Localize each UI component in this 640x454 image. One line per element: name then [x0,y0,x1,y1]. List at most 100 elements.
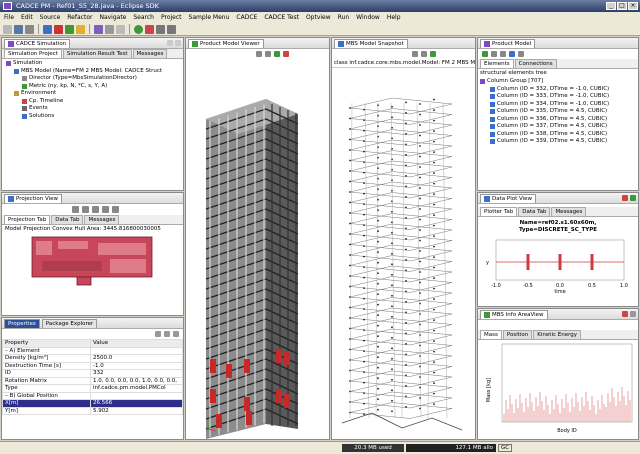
tree-item-column[interactable]: Column (ID = 339, DTime = 4.5, CUBIC) [480,138,636,146]
property-row[interactable]: – B) Global Position [2,391,183,400]
gc-button[interactable]: GC [498,444,512,452]
property-row[interactable]: Type inf.cadce.pm.model.PMCol [2,384,183,393]
property-row[interactable]: – A) Element [2,346,183,355]
menu-cadce-test[interactable]: CADCE Test [264,12,299,23]
external-tools-icon[interactable] [145,24,154,34]
refresh-icon[interactable] [112,206,119,213]
new-icon[interactable] [3,24,12,34]
zoom-in-icon[interactable] [412,51,418,57]
property-row[interactable]: Y[m] 5.902 [2,406,183,415]
render-icon[interactable] [283,51,289,57]
tree-item[interactable]: Metric (ny, kp, N, *C, s, Y, A) [4,83,181,91]
subtab[interactable]: Projection Tab [4,215,51,224]
property-row[interactable]: X[m] 26.566 [2,399,183,408]
menu-navigate[interactable]: Navigate [99,12,126,23]
export-plot-icon[interactable] [630,195,636,201]
maximize-view-icon[interactable] [175,40,181,46]
zoom-in-icon[interactable] [256,51,262,57]
tree-item-column[interactable]: Column (ID = 333, DTime = -1.0, CUBIC) [480,93,636,101]
tab-mbs-model-snapshot[interactable]: MBS Model Snapshot [334,38,408,48]
subtab[interactable]: Mass [480,330,502,339]
tree-item-column[interactable]: Column (ID = 338, DTime = 4.5, CUBIC) [480,131,636,139]
minimize-view-icon[interactable] [167,40,173,46]
subtab[interactable]: Kinetic Energy [533,330,581,339]
tab-product-model-viewer[interactable]: Product Model Viewer [188,38,264,48]
tab-package-explorer[interactable]: Package Explorer [41,318,98,328]
tree-item[interactable]: Solutions [4,113,181,121]
run-last-icon[interactable] [134,24,143,34]
menu-window[interactable]: Window [356,12,380,23]
tab-mbs-info[interactable]: MBS Info AreaView [480,309,548,319]
zoom-out-icon[interactable] [265,51,271,57]
tree-item-column[interactable]: Column (ID = 337, DTime = 4.5, CUBIC) [480,123,636,131]
import-icon[interactable] [491,51,497,57]
clear-plot-icon[interactable] [622,195,628,201]
menu-edit[interactable]: Edit [21,12,33,23]
zoom-out-icon[interactable] [421,51,427,57]
settings-icon[interactable] [518,51,524,57]
tree-item[interactable]: Director (Type=MbsSimulationDirector) [4,75,181,83]
subtab[interactable]: Messages [84,215,120,224]
refresh-icon[interactable] [482,51,488,57]
menu-source[interactable]: Source [40,12,61,23]
property-row[interactable]: ID 332 [2,369,183,378]
rotate-icon[interactable] [274,51,280,57]
export-icon[interactable] [500,51,506,57]
tab-properties[interactable]: Properties [4,318,40,328]
menu-refactor[interactable]: Refactor [67,12,92,23]
subtab[interactable]: Data Tab [518,207,551,216]
back-icon[interactable] [156,24,165,34]
zoom-out-icon[interactable] [82,206,89,213]
restore-default-icon[interactable] [173,331,179,337]
subtab[interactable]: Simulation Result Test [62,49,132,58]
tree-group[interactable]: Column Group [707] [480,78,636,86]
tree-item-column[interactable]: Column (ID = 334, DTime = -1.0, CUBIC) [480,101,636,109]
filter-icon[interactable] [164,331,170,337]
fit-icon[interactable] [102,206,109,213]
rotate-icon[interactable] [430,51,436,57]
perspective-icon[interactable] [94,24,103,34]
tab-cadce-simulation[interactable]: CADCE Simulation [4,38,71,48]
cadce-icon[interactable] [43,24,52,34]
stop-icon[interactable] [54,24,63,34]
tree-item-column[interactable]: Column (ID = 332, DTime = -1.0, CUBIC) [480,86,636,94]
tab-product-model[interactable]: Product Model [480,38,536,48]
tree-item-column[interactable]: Column (ID = 335, DTime = 4.5, CUBIC) [480,108,636,116]
tab-data-plot-view[interactable]: Data Plot View [480,193,537,203]
menu-sample-menu[interactable]: Sample Menu [189,12,230,23]
subtab[interactable]: Plotter Tab [480,207,518,216]
pan-icon[interactable] [92,206,99,213]
menu-optview[interactable]: Optview [306,12,331,23]
minimize-icon[interactable]: _ [606,2,616,10]
menu-project[interactable]: Project [161,12,182,23]
close-icon[interactable]: × [628,2,638,10]
menu-cadce[interactable]: CADCE [236,12,257,23]
tree-item-column[interactable]: Column (ID = 336, DTime = 4.5, CUBIC) [480,116,636,124]
subtab[interactable]: Elements [480,59,514,68]
menu-run[interactable]: Run [338,12,350,23]
subtab[interactable]: Connections [514,59,557,68]
subtab[interactable]: Position [502,330,533,339]
filter-icon[interactable] [509,51,515,57]
print-icon[interactable] [25,24,34,34]
subtab[interactable]: Data Tab [51,215,84,224]
tree-item[interactable]: Environment [4,90,181,98]
tree-item[interactable]: Cp. Timeline [4,98,181,106]
menu-search[interactable]: Search [133,12,154,23]
subtab[interactable]: Messages [551,207,587,216]
run-icon[interactable] [65,24,74,34]
zoom-in-icon[interactable] [72,206,79,213]
search-icon[interactable] [105,24,114,34]
export-icon[interactable] [630,311,636,317]
property-row[interactable]: Density [kg/m³] 2500.0 [2,354,183,363]
property-row[interactable]: Destruction Time [s] -1.0 [2,361,183,370]
menu-help[interactable]: Help [387,12,401,23]
tree-item[interactable]: MBS Model (Name=FM 2 MBS Model: CADCE St… [4,68,181,76]
property-row[interactable]: Rotation Matrix 1.0, 0.0, 0.0, 0.0, 1.0, … [2,376,183,385]
tree-item[interactable]: Simulation [4,60,181,68]
save-icon[interactable] [14,24,23,34]
subtab[interactable]: Simulation Project [4,49,62,58]
debug-icon[interactable] [76,24,85,34]
forward-icon[interactable] [167,24,176,34]
open-type-icon[interactable] [116,24,125,34]
